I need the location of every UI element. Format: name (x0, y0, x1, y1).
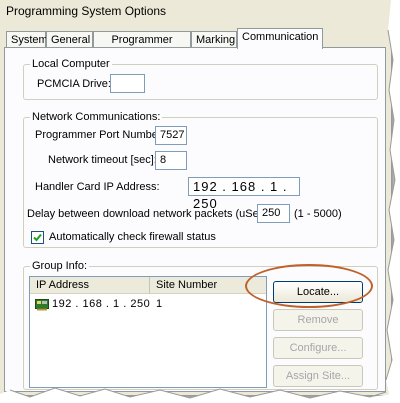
tab-communication[interactable]: Communication (237, 28, 323, 49)
torn-edge-overlay (0, 0, 400, 403)
